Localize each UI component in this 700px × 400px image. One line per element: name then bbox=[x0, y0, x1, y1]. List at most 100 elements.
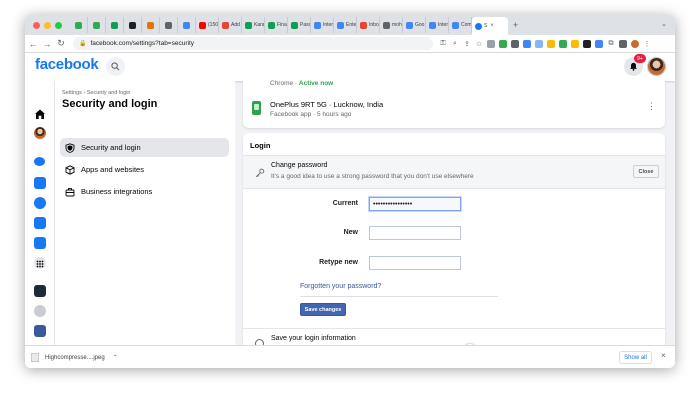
shortcut-icon[interactable] bbox=[34, 285, 46, 297]
chevron-up-icon[interactable]: ⌃ bbox=[113, 354, 118, 361]
tab-favicon-icon bbox=[291, 21, 298, 29]
extension-icon[interactable] bbox=[535, 39, 543, 48]
browser-tab[interactable] bbox=[70, 17, 88, 33]
chevron-down-icon[interactable]: ⌄ bbox=[661, 20, 667, 28]
current-password-label: Current bbox=[332, 200, 358, 207]
browser-tab[interactable]: Com bbox=[449, 17, 472, 33]
back-icon[interactable]: ← bbox=[27, 39, 39, 49]
shortcut-icon[interactable] bbox=[34, 305, 46, 317]
key-icon[interactable]: ⚿ bbox=[439, 40, 447, 48]
address-bar[interactable]: 🔒 facebook.com/settings?tab=security bbox=[73, 37, 433, 50]
browser-tab[interactable]: Goo bbox=[403, 17, 426, 33]
forgot-password-link[interactable]: Forgotten your password? bbox=[300, 283, 381, 290]
change-password-title: Change password bbox=[271, 162, 328, 169]
save-changes-button[interactable]: Save changes bbox=[300, 303, 346, 316]
browser-tab[interactable]: Add bbox=[219, 17, 242, 33]
current-password-input[interactable] bbox=[369, 197, 461, 211]
browser-tab[interactable]: mohi bbox=[380, 17, 403, 33]
browser-tab[interactable]: Kara bbox=[242, 17, 265, 33]
sidebar-item-label: Security and login bbox=[81, 143, 141, 152]
extension-icon[interactable] bbox=[487, 39, 495, 48]
forward-icon[interactable]: → bbox=[41, 39, 53, 49]
close-icon[interactable]: × bbox=[661, 351, 666, 360]
close-tab-icon[interactable]: × bbox=[490, 23, 494, 29]
divider bbox=[300, 296, 498, 297]
search-button[interactable] bbox=[106, 57, 125, 76]
extension-icon[interactable] bbox=[511, 39, 519, 48]
tab-active[interactable]: S × bbox=[472, 17, 508, 35]
extension-icon[interactable] bbox=[595, 39, 603, 48]
star-icon[interactable]: ☆ bbox=[475, 40, 483, 48]
sidebar-icon[interactable] bbox=[619, 39, 627, 48]
tab-strip: (150 Add Kara Final Pass Inter Ente Inbo mohi Goo… bbox=[25, 15, 675, 35]
browser-tab[interactable]: Ente bbox=[334, 17, 357, 33]
extension-icon[interactable] bbox=[559, 39, 567, 48]
saved-icon[interactable] bbox=[34, 177, 46, 189]
shield-icon bbox=[65, 142, 75, 153]
zoom-icon[interactable]: ⌕ bbox=[451, 40, 459, 48]
profile-avatar[interactable] bbox=[34, 127, 46, 139]
close-window-button[interactable] bbox=[33, 21, 40, 29]
show-all-button[interactable]: Show all bbox=[619, 351, 652, 364]
browser-tab[interactable] bbox=[88, 17, 106, 33]
extension-icon[interactable] bbox=[523, 39, 531, 48]
tab-favicon-icon bbox=[147, 21, 154, 29]
tab-favicon-icon bbox=[93, 21, 100, 29]
browser-tab[interactable] bbox=[142, 17, 160, 33]
sidebar-item-apps-and-websites[interactable]: Apps and websites bbox=[60, 160, 229, 179]
browser-toolbar: ← → ↻ 🔒 facebook.com/settings?tab=securi… bbox=[25, 35, 675, 53]
menu-grid-icon[interactable] bbox=[34, 257, 46, 269]
share-icon[interactable]: ⇪ bbox=[463, 40, 471, 48]
window-controls bbox=[33, 21, 62, 29]
more-options-icon[interactable]: ⋮ bbox=[647, 101, 656, 112]
sidebar-item-security-and-login[interactable]: Security and login bbox=[60, 138, 229, 157]
browser-tab[interactable] bbox=[178, 17, 196, 33]
tab-favicon-icon bbox=[337, 21, 344, 29]
shortcut-icon[interactable] bbox=[34, 325, 46, 337]
browser-tab[interactable] bbox=[160, 17, 178, 33]
browser-tab[interactable] bbox=[106, 17, 124, 33]
sessions-card: Chrome · Active now OnePlus 9RT 5G · Luc… bbox=[243, 80, 665, 128]
browser-tab[interactable]: Inter bbox=[426, 17, 449, 33]
sidebar-item-label: Apps and websites bbox=[81, 165, 144, 174]
extension-icon[interactable] bbox=[499, 39, 507, 48]
tab-label: (150 bbox=[208, 22, 219, 28]
settings-sidebar: Settings › Security and login Security a… bbox=[55, 81, 235, 368]
browser-tab[interactable]: Pass bbox=[288, 17, 311, 33]
browser-tab[interactable]: Inbo bbox=[357, 17, 380, 33]
search-icon bbox=[111, 62, 120, 71]
close-button[interactable]: Close bbox=[633, 165, 659, 178]
browser-tab[interactable]: Final bbox=[265, 17, 288, 33]
browser-tab[interactable] bbox=[124, 17, 142, 33]
tab-label: Inbo bbox=[369, 22, 379, 28]
active-status: Active now bbox=[298, 80, 334, 87]
extension-icon[interactable] bbox=[571, 39, 579, 48]
more-vert-icon[interactable]: ⋮ bbox=[643, 40, 651, 48]
extension-icon[interactable] bbox=[583, 39, 591, 48]
maximize-window-button[interactable] bbox=[55, 21, 62, 29]
tab-favicon-icon bbox=[75, 21, 82, 29]
home-icon[interactable] bbox=[34, 107, 46, 119]
browser-tab[interactable]: Inter bbox=[311, 17, 334, 33]
profile-avatar-icon[interactable] bbox=[631, 39, 639, 48]
extension-icon[interactable] bbox=[547, 39, 555, 48]
browser-tab[interactable]: (150 bbox=[196, 17, 219, 33]
watch-icon[interactable] bbox=[34, 237, 46, 249]
friends-icon[interactable] bbox=[34, 157, 45, 166]
tab-favicon-icon bbox=[360, 21, 367, 29]
tab-label: mohi bbox=[392, 22, 403, 28]
breadcrumb[interactable]: Settings › Security and login bbox=[62, 90, 130, 96]
puzzle-icon[interactable]: ⧉ bbox=[607, 40, 615, 48]
key-icon bbox=[255, 168, 265, 178]
minimize-window-button[interactable] bbox=[44, 21, 51, 29]
account-avatar[interactable] bbox=[647, 57, 666, 76]
download-item[interactable]: Highcompresse....jpeg ⌃ bbox=[31, 351, 129, 364]
sidebar-item-business-integrations[interactable]: Business integrations bbox=[60, 182, 229, 201]
groups-icon[interactable] bbox=[34, 197, 46, 209]
facebook-logo[interactable]: facebook bbox=[35, 56, 99, 73]
new-tab-button[interactable]: + bbox=[513, 20, 518, 30]
marketplace-icon[interactable] bbox=[34, 217, 46, 229]
reload-icon[interactable]: ↻ bbox=[55, 38, 67, 49]
new-password-input[interactable] bbox=[369, 226, 461, 240]
retype-password-input[interactable] bbox=[369, 256, 461, 270]
